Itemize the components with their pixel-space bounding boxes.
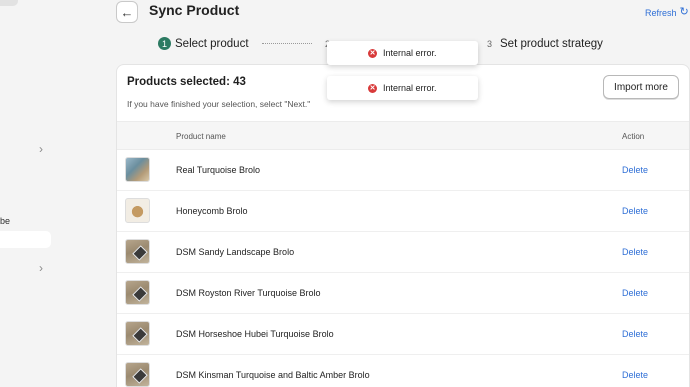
sidebar: › be › — [0, 0, 58, 387]
product-name: DSM Kinsman Turquoise and Baltic Amber B… — [176, 370, 370, 380]
page-title: Sync Product — [149, 2, 240, 18]
back-button[interactable]: ← — [116, 1, 138, 23]
error-icon: ✕ — [368, 48, 377, 58]
step-label: Select product — [175, 37, 249, 50]
toast-message: Internal error. — [383, 83, 437, 93]
delete-link[interactable]: Delete — [622, 247, 648, 257]
product-name: DSM Horseshoe Hubei Turquoise Brolo — [176, 329, 334, 339]
step-select-product: 1 Select product — [158, 37, 249, 50]
sidebar-item-label[interactable]: be — [0, 216, 10, 226]
chevron-right-icon[interactable]: › — [39, 262, 43, 274]
column-header-action: Action — [622, 132, 645, 141]
delete-link[interactable]: Delete — [622, 165, 648, 175]
table-row: Real Turquoise Brolo Delete — [117, 150, 689, 191]
table-row: Honeycomb Brolo Delete — [117, 191, 689, 232]
step-set-product-strategy: 3 Set product strategy — [483, 37, 603, 50]
delete-link[interactable]: Delete — [622, 329, 648, 339]
product-thumbnail — [125, 280, 150, 305]
products-selected-count: Products selected: 43 — [127, 76, 246, 88]
step-divider — [262, 43, 312, 44]
chevron-right-icon[interactable]: › — [39, 143, 43, 155]
table-header: Product name Action — [117, 121, 689, 150]
sidebar-item-active[interactable] — [0, 231, 51, 248]
product-thumbnail — [125, 239, 150, 264]
toast-message: Internal error. — [383, 48, 437, 58]
step-number: 3 — [486, 38, 492, 49]
product-name: Real Turquoise Brolo — [176, 165, 261, 175]
product-thumbnail — [125, 321, 150, 346]
arrow-left-icon: ← — [120, 4, 134, 20]
error-toast: ✕ Internal error. — [327, 41, 478, 65]
column-header-product-name: Product name — [176, 132, 226, 141]
table-row: DSM Royston River Turquoise Brolo Delete — [117, 273, 689, 314]
product-thumbnail — [125, 198, 150, 223]
table-row: DSM Kinsman Turquoise and Baltic Amber B… — [117, 355, 689, 387]
product-selection-card: Products selected: 43 If you have finish… — [116, 64, 690, 387]
refresh-label: Refresh — [645, 7, 677, 18]
error-toast: ✕ Internal error. — [327, 76, 478, 100]
product-name: DSM Royston River Turquoise Brolo — [176, 288, 321, 298]
delete-link[interactable]: Delete — [622, 206, 648, 216]
refresh-link[interactable]: Refresh ↻ — [645, 7, 689, 18]
delete-link[interactable]: Delete — [622, 288, 648, 298]
product-name: DSM Sandy Landscape Brolo — [176, 247, 295, 257]
product-thumbnail — [125, 157, 150, 182]
refresh-icon: ↻ — [679, 6, 689, 18]
table-row: DSM Horseshoe Hubei Turquoise Brolo Dele… — [117, 314, 689, 355]
product-name: Honeycomb Brolo — [176, 206, 248, 216]
product-table: Product name Action Real Turquoise Brolo… — [117, 121, 689, 387]
selection-hint: If you have finished your selection, sel… — [127, 99, 311, 109]
product-thumbnail — [125, 362, 150, 387]
table-row: DSM Sandy Landscape Brolo Delete — [117, 232, 689, 273]
step-number: 1 — [158, 37, 171, 50]
import-more-button[interactable]: Import more — [603, 75, 679, 99]
step-label: Set product strategy — [500, 37, 603, 50]
delete-link[interactable]: Delete — [622, 370, 648, 380]
sidebar-top-item[interactable] — [0, 0, 18, 6]
error-icon: ✕ — [368, 83, 377, 93]
